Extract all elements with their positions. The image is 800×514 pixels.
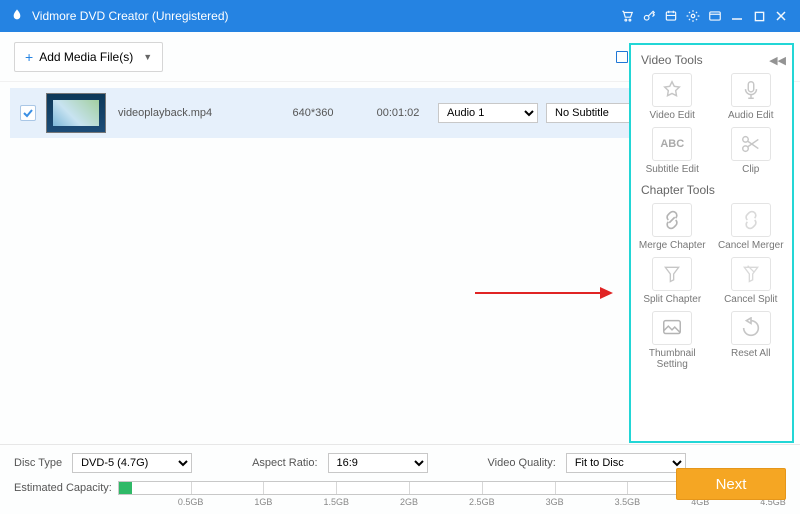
audio-select[interactable]: Audio 1 bbox=[438, 103, 538, 123]
undo-icon bbox=[740, 317, 762, 339]
content-area: videoplayback.mp4 640*360 00:01:02 Audio… bbox=[0, 88, 800, 448]
disc-type-label: Disc Type bbox=[14, 457, 62, 469]
star-icon bbox=[661, 79, 683, 101]
tick-label: 1GB bbox=[254, 497, 272, 507]
history-icon[interactable] bbox=[660, 5, 682, 27]
tick-label: 2.5GB bbox=[469, 497, 495, 507]
abc-icon: ABC bbox=[652, 127, 692, 161]
settings-icon[interactable] bbox=[682, 5, 704, 27]
thumbnail-setting-tool[interactable]: Thumbnail Setting bbox=[637, 311, 708, 370]
merge-chapter-tool[interactable]: Merge Chapter bbox=[637, 203, 708, 251]
funnel-icon bbox=[662, 264, 682, 284]
next-button[interactable]: Next bbox=[676, 468, 786, 500]
tick-label: 3.5GB bbox=[615, 497, 641, 507]
filename: videoplayback.mp4 bbox=[118, 107, 268, 119]
key-icon[interactable] bbox=[638, 5, 660, 27]
add-media-label: Add Media File(s) bbox=[39, 50, 133, 64]
disc-type-select[interactable]: DVD-5 (4.7G) bbox=[72, 453, 192, 473]
row-checkbox[interactable] bbox=[20, 105, 36, 121]
app-logo-icon bbox=[8, 7, 26, 25]
titlebar: Vidmore DVD Creator (Unregistered) bbox=[0, 0, 800, 32]
mic-icon bbox=[740, 79, 762, 101]
link-broken-icon bbox=[740, 209, 762, 231]
maximize-button[interactable] bbox=[748, 5, 770, 27]
menu-icon[interactable] bbox=[704, 5, 726, 27]
minimize-button[interactable] bbox=[726, 5, 748, 27]
chapter-tools-title: Chapter Tools bbox=[641, 183, 715, 197]
video-tools-title: Video Tools bbox=[641, 53, 703, 67]
video-edit-tool[interactable]: Video Edit bbox=[637, 73, 708, 121]
footer: Disc Type DVD-5 (4.7G) Aspect Ratio: 16:… bbox=[0, 444, 800, 514]
audio-edit-tool[interactable]: Audio Edit bbox=[716, 73, 787, 121]
split-chapter-tool[interactable]: Split Chapter bbox=[637, 257, 708, 305]
cancel-split-tool[interactable]: Cancel Split bbox=[716, 257, 787, 305]
funnel-x-icon bbox=[741, 264, 761, 284]
resolution: 640*360 bbox=[268, 107, 358, 119]
checkbox-icon bbox=[616, 51, 628, 63]
aspect-ratio-label: Aspect Ratio: bbox=[252, 457, 317, 469]
tick-label: 2GB bbox=[400, 497, 418, 507]
scissors-icon bbox=[740, 133, 762, 155]
tick-label: 3GB bbox=[546, 497, 564, 507]
link-icon bbox=[661, 209, 683, 231]
cancel-merger-tool[interactable]: Cancel Merger bbox=[716, 203, 787, 251]
reset-all-tool[interactable]: Reset All bbox=[716, 311, 787, 370]
chevron-down-icon: ▼ bbox=[143, 52, 152, 62]
video-quality-label: Video Quality: bbox=[488, 457, 556, 469]
tick-label: 0.5GB bbox=[178, 497, 204, 507]
plus-icon: + bbox=[25, 49, 33, 65]
aspect-ratio-select[interactable]: 16:9 bbox=[328, 453, 428, 473]
window-title: Vidmore DVD Creator (Unregistered) bbox=[32, 9, 616, 23]
duration: 00:01:02 bbox=[358, 107, 438, 119]
cart-icon[interactable] bbox=[616, 5, 638, 27]
tick-label: 1.5GB bbox=[323, 497, 349, 507]
clip-tool[interactable]: Clip bbox=[716, 127, 787, 175]
check-icon bbox=[22, 107, 34, 119]
annotation-arrow-icon bbox=[475, 285, 615, 301]
subtitle-edit-tool[interactable]: ABCSubtitle Edit bbox=[637, 127, 708, 175]
capacity-label: Estimated Capacity: bbox=[14, 482, 112, 494]
tools-sidepanel: Video Tools ◀◀ Video Edit Audio Edit ABC… bbox=[629, 43, 794, 443]
video-thumbnail bbox=[46, 93, 106, 133]
image-icon bbox=[661, 317, 683, 339]
chapter-tools-grid: Merge Chapter Cancel Merger Split Chapte… bbox=[637, 203, 786, 370]
add-media-button[interactable]: + Add Media File(s) ▼ bbox=[14, 42, 163, 72]
collapse-panel-button[interactable]: ◀◀ bbox=[769, 54, 786, 67]
video-quality-select[interactable]: Fit to Disc bbox=[566, 453, 686, 473]
close-button[interactable] bbox=[770, 5, 792, 27]
video-tools-grid: Video Edit Audio Edit ABCSubtitle Edit C… bbox=[637, 73, 786, 175]
